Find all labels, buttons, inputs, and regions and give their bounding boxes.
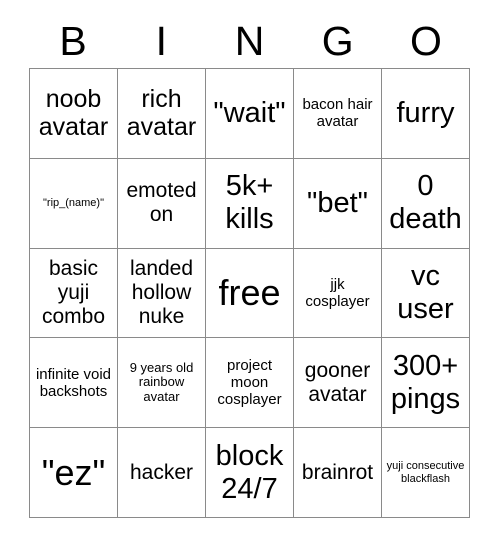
- header-letter-i: I: [155, 17, 167, 64]
- bingo-cell-r4c4[interactable]: gooner avatar: [294, 338, 382, 429]
- bingo-cell-r4c2[interactable]: 9 years old rainbow avatar: [118, 338, 206, 429]
- bingo-cell-label: block 24/7: [215, 439, 284, 505]
- bingo-cell-label: hacker: [129, 460, 194, 484]
- bingo-cell-r4c5[interactable]: 300+ pings: [382, 338, 470, 429]
- bingo-cell-r2c5[interactable]: 0 death: [382, 158, 470, 249]
- header-letter-n: N: [234, 17, 265, 64]
- header-letter-g: G: [321, 17, 354, 64]
- bingo-cell-label: noob avatar: [38, 84, 109, 142]
- bingo-cell-label: brainrot: [301, 460, 374, 484]
- bingo-cell-r1c2[interactable]: rich avatar: [118, 69, 206, 159]
- bingo-cell-label: landed hollow nuke: [129, 257, 194, 328]
- bingo-cell-r4c3[interactable]: project moon cosplayer: [206, 338, 294, 429]
- bingo-cell-label: vc user: [397, 259, 454, 325]
- bingo-cell-r5c5[interactable]: yuji consecutive blackflash: [382, 428, 470, 518]
- bingo-cell-r2c2[interactable]: emoted on: [118, 158, 206, 249]
- bingo-cell-r3c2[interactable]: landed hollow nuke: [118, 248, 206, 339]
- bingo-cell-r5c3[interactable]: block 24/7: [206, 428, 294, 518]
- bingo-cell-r1c4[interactable]: bacon hair avatar: [294, 69, 382, 159]
- bingo-card: B I N G O noob avatar rich avatar "wait"…: [0, 0, 500, 544]
- bingo-cell-r2c4[interactable]: "bet": [294, 158, 382, 249]
- bingo-cell-r1c5[interactable]: furry: [382, 69, 470, 159]
- bingo-cell-free[interactable]: free: [206, 248, 294, 339]
- bingo-cell-r1c3[interactable]: "wait": [206, 69, 294, 159]
- bingo-cell-r3c4[interactable]: jjk cosplayer: [294, 248, 382, 339]
- bingo-cell-label: free: [218, 272, 281, 314]
- bingo-cell-label: infinite void backshots: [35, 365, 112, 400]
- bingo-cell-label: 300+ pings: [390, 349, 461, 415]
- bingo-cell-r3c5[interactable]: vc user: [382, 248, 470, 339]
- bingo-cell-r5c4[interactable]: brainrot: [294, 428, 382, 518]
- bingo-cell-r3c1[interactable]: basic yuji combo: [30, 248, 118, 339]
- bingo-cell-label: 9 years old rainbow avatar: [129, 359, 194, 405]
- header-letter-b: B: [59, 17, 87, 64]
- bingo-cell-label: emoted on: [126, 179, 197, 227]
- bingo-cell-label: yuji consecutive blackflash: [386, 460, 465, 485]
- bingo-cell-label: "rip_(name)": [43, 196, 104, 209]
- bingo-cell-r2c1[interactable]: "rip_(name)": [30, 158, 118, 249]
- bingo-cell-label: jjk cosplayer: [305, 275, 370, 310]
- bingo-cell-r4c1[interactable]: infinite void backshots: [30, 338, 118, 429]
- bingo-cell-label: bacon hair avatar: [302, 96, 373, 131]
- bingo-cell-r5c2[interactable]: hacker: [118, 428, 206, 518]
- bingo-cell-label: 0 death: [389, 170, 462, 236]
- bingo-header-row: B I N G O: [29, 14, 470, 68]
- bingo-cell-label: 5k+ kills: [225, 170, 274, 236]
- bingo-grid: noob avatar rich avatar "wait" bacon hai…: [29, 68, 470, 518]
- bingo-cell-r1c1[interactable]: noob avatar: [30, 69, 118, 159]
- bingo-cell-label: furry: [396, 96, 455, 129]
- bingo-cell-label: basic yuji combo: [41, 257, 106, 328]
- bingo-cell-r5c1[interactable]: "ez": [30, 428, 118, 518]
- bingo-cell-label: rich avatar: [126, 84, 197, 142]
- bingo-cell-label: "ez": [41, 452, 106, 494]
- bingo-cell-r2c3[interactable]: 5k+ kills: [206, 158, 294, 249]
- bingo-cell-label: gooner avatar: [304, 358, 371, 406]
- bingo-cell-label: project moon cosplayer: [217, 357, 282, 409]
- bingo-cell-label: "bet": [307, 186, 368, 219]
- header-letter-o: O: [409, 17, 442, 64]
- bingo-cell-label: "wait": [213, 96, 286, 129]
